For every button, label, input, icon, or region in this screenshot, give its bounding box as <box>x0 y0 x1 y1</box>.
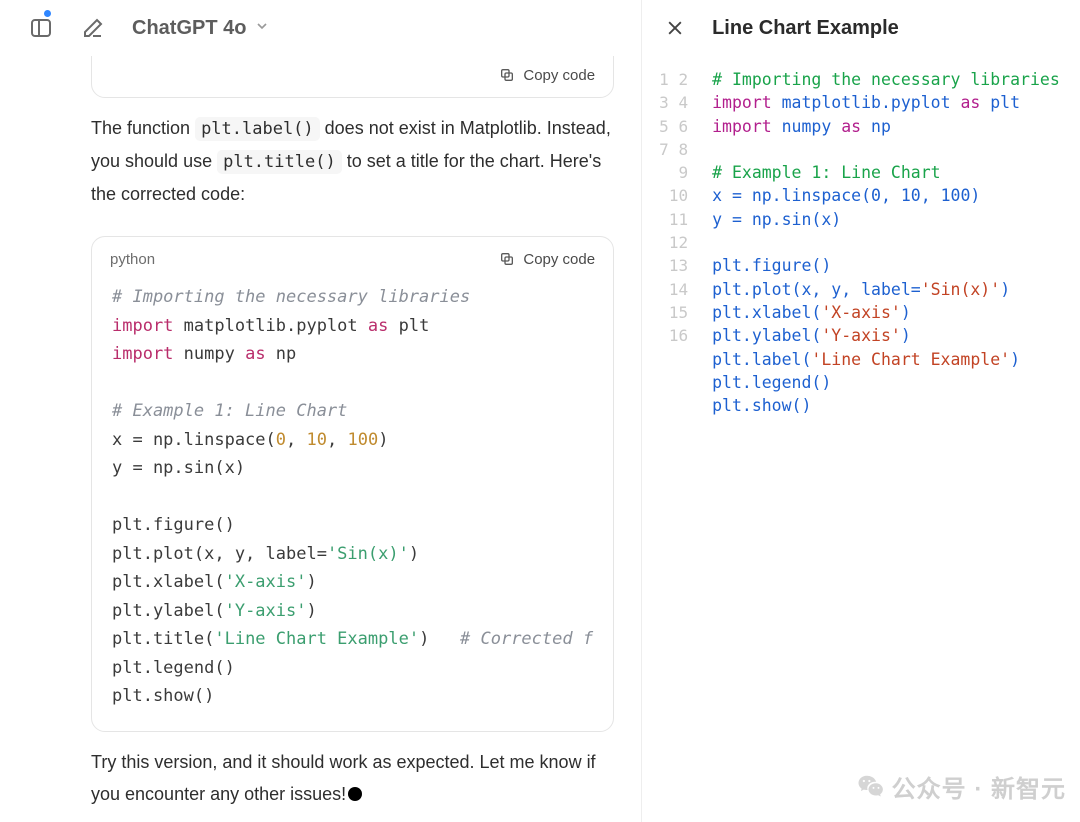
model-selector[interactable]: ChatGPT 4o <box>132 17 270 40</box>
canvas-panel: Line Chart Example 1 2 3 4 5 6 7 8 9 10 … <box>641 0 1080 822</box>
copy-icon <box>499 251 515 267</box>
copy-code-button[interactable]: Copy code <box>499 67 595 84</box>
sidebar-icon <box>29 16 53 40</box>
watermark: 公众号 · 新智元 <box>856 769 1066 804</box>
copy-code-label: Copy code <box>523 67 595 84</box>
chat-panel: ChatGPT 4o Copy code <box>0 0 641 822</box>
chat-header: ChatGPT 4o <box>0 0 641 56</box>
code-block-corrected: python Copy code # Importing the necessa… <box>91 236 614 732</box>
compose-icon <box>81 16 105 40</box>
assistant-message-outro: Try this version, and it should work as … <box>27 746 614 822</box>
editor-content[interactable]: # Importing the necessary libraries impo… <box>712 68 1068 417</box>
close-canvas-button[interactable] <box>658 11 692 45</box>
new-chat-button[interactable] <box>76 11 110 45</box>
close-icon <box>665 18 685 38</box>
code-block-truncated: Copy code <box>91 56 614 98</box>
toggle-sidebar-button[interactable] <box>24 11 58 45</box>
chat-scroll-area[interactable]: Copy code The function plt.label() does … <box>0 56 641 822</box>
assistant-message: The function plt.label() does not exist … <box>27 112 614 226</box>
code-lang-label <box>110 67 114 84</box>
inline-code: plt.label() <box>195 117 320 141</box>
copy-icon <box>499 67 515 83</box>
chevron-down-icon <box>254 17 270 40</box>
copy-code-button[interactable]: Copy code <box>499 251 595 268</box>
watermark-text: 公众号 · 新智元 <box>892 769 1066 804</box>
copy-code-label: Copy code <box>523 251 595 268</box>
wechat-icon <box>856 772 886 802</box>
code-editor[interactable]: 1 2 3 4 5 6 7 8 9 10 11 12 13 14 15 16 #… <box>642 56 1080 822</box>
code-content: # Importing the necessary libraries impo… <box>92 281 613 731</box>
canvas-title: Line Chart Example <box>712 17 899 40</box>
code-lang-label: python <box>110 251 155 268</box>
explanation-paragraph: The function plt.label() does not exist … <box>91 112 614 210</box>
sidebar-notification-dot <box>44 10 51 17</box>
inline-code: plt.title() <box>217 150 342 174</box>
outro-paragraph: Try this version, and it should work as … <box>91 746 614 810</box>
canvas-header: Line Chart Example <box>642 0 1080 56</box>
line-number-gutter: 1 2 3 4 5 6 7 8 9 10 11 12 13 14 15 16 <box>656 68 688 348</box>
streaming-cursor <box>348 787 362 801</box>
model-title: ChatGPT 4o <box>132 17 246 40</box>
